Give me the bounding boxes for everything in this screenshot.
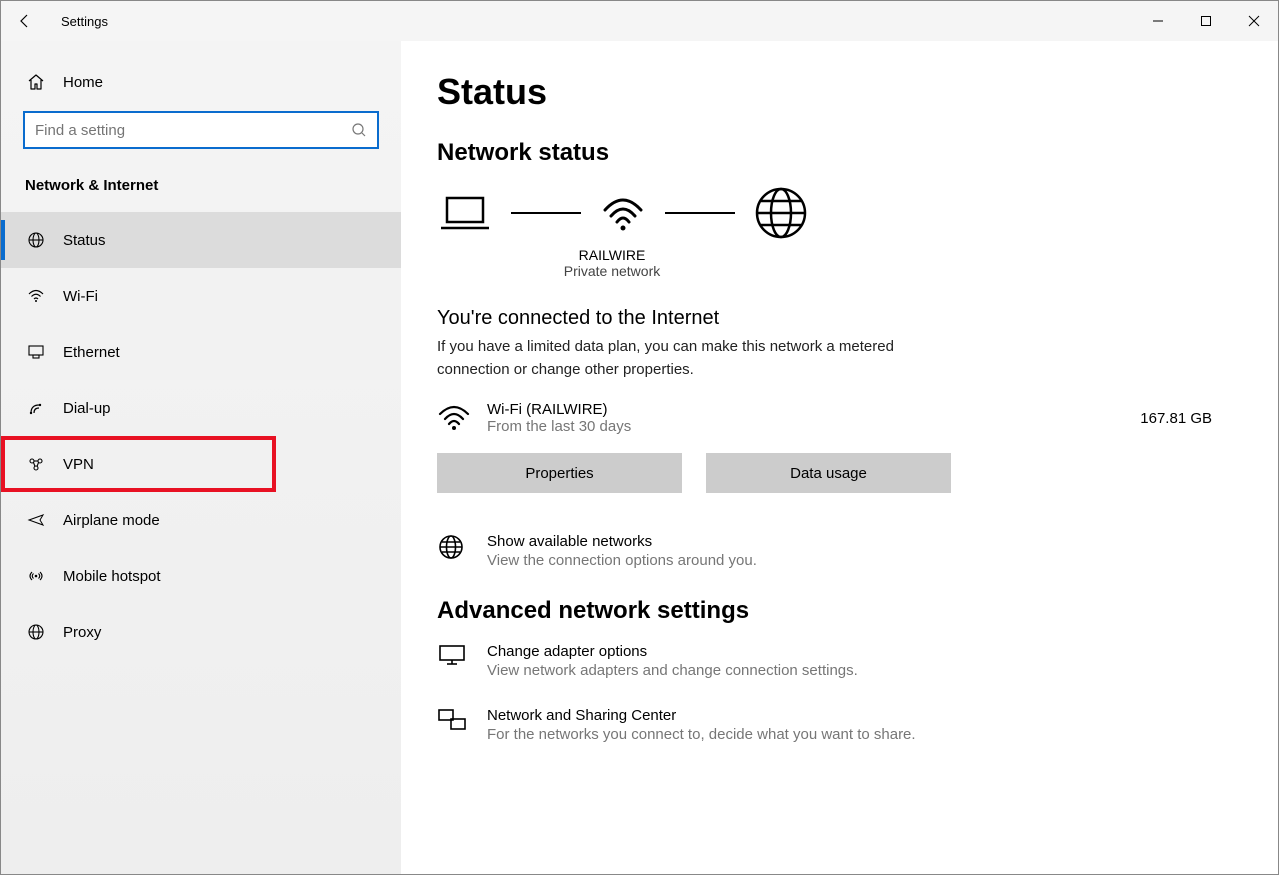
sidebar-item-label: Airplane mode (63, 512, 160, 529)
hotspot-icon (25, 567, 47, 585)
laptop-icon (437, 192, 493, 234)
maximize-button[interactable] (1182, 1, 1230, 41)
connection-name: Wi-Fi (RAILWIRE) (487, 401, 631, 418)
wifi-signal-icon (599, 192, 647, 234)
vpn-icon (25, 455, 47, 473)
sidebar-item-label: Proxy (63, 624, 101, 641)
network-diagram (437, 185, 1242, 241)
window-title: Settings (49, 14, 108, 29)
sidebar-item-wifi[interactable]: Wi-Fi (1, 268, 401, 324)
diagram-network-type: Private network (437, 263, 787, 279)
page-title: Status (437, 71, 1242, 113)
wifi-icon (25, 287, 47, 305)
search-icon (351, 122, 367, 138)
globe-icon (25, 231, 47, 249)
adapter-icon (437, 643, 477, 669)
globe-large-icon (753, 185, 809, 241)
link-title: Network and Sharing Center (487, 707, 916, 724)
data-usage-button[interactable]: Data usage (706, 453, 951, 493)
search-input[interactable] (23, 111, 379, 149)
sidebar-item-label: Mobile hotspot (63, 568, 161, 585)
sidebar-item-label: Dial-up (63, 400, 111, 417)
wifi-icon (437, 403, 477, 433)
sidebar-item-airplane[interactable]: Airplane mode (1, 492, 401, 548)
diagram-ssid: RAILWIRE (437, 247, 787, 263)
sidebar-item-label: Wi-Fi (63, 288, 98, 305)
sidebar-item-label: VPN (63, 456, 94, 473)
sidebar-item-dialup[interactable]: Dial-up (1, 380, 401, 436)
connection-row: Wi-Fi (RAILWIRE) From the last 30 days 1… (437, 401, 1242, 435)
connected-heading: You're connected to the Internet (437, 307, 1242, 330)
link-subtitle: View network adapters and change connect… (487, 662, 858, 679)
airplane-icon (25, 511, 47, 529)
network-sharing-link[interactable]: Network and Sharing Center For the netwo… (437, 707, 1242, 743)
ethernet-icon (25, 343, 47, 361)
section-advanced: Advanced network settings (437, 597, 1242, 625)
sidebar-item-label: Ethernet (63, 344, 120, 361)
change-adapter-link[interactable]: Change adapter options View network adap… (437, 643, 1242, 679)
sharing-icon (437, 707, 477, 733)
diagram-line (665, 212, 735, 214)
search-field[interactable] (35, 122, 351, 139)
sidebar: Home Network & Internet Status Wi-Fi Eth… (1, 41, 401, 874)
properties-button[interactable]: Properties (437, 453, 682, 493)
data-usage-value: 167.81 GB (1140, 410, 1212, 427)
diagram-line (511, 212, 581, 214)
minimize-button[interactable] (1134, 1, 1182, 41)
titlebar: Settings (1, 1, 1278, 41)
sidebar-item-proxy[interactable]: Proxy (1, 604, 401, 660)
sidebar-item-status[interactable]: Status (1, 212, 401, 268)
link-subtitle: For the networks you connect to, decide … (487, 726, 916, 743)
home-icon (25, 73, 47, 91)
close-button[interactable] (1230, 1, 1278, 41)
section-network-status: Network status (437, 139, 1242, 167)
link-title: Change adapter options (487, 643, 858, 660)
connected-description: If you have a limited data plan, you can… (437, 336, 957, 381)
home-label: Home (63, 74, 103, 91)
sidebar-item-hotspot[interactable]: Mobile hotspot (1, 548, 401, 604)
sidebar-item-vpn[interactable]: VPN (1, 436, 276, 492)
sidebar-item-ethernet[interactable]: Ethernet (1, 324, 401, 380)
main-content: Status Network status RAILWIRE Private n… (401, 41, 1278, 874)
sidebar-item-label: Status (63, 232, 106, 249)
globe-icon (437, 533, 477, 561)
dialup-icon (25, 399, 47, 417)
proxy-icon (25, 623, 47, 641)
home-button[interactable]: Home (1, 53, 401, 111)
connection-period: From the last 30 days (487, 418, 631, 435)
show-networks-link[interactable]: Show available networks View the connect… (437, 533, 1242, 569)
sidebar-section-label: Network & Internet (1, 169, 401, 212)
link-title: Show available networks (487, 533, 757, 550)
link-subtitle: View the connection options around you. (487, 552, 757, 569)
back-button[interactable] (1, 1, 49, 41)
